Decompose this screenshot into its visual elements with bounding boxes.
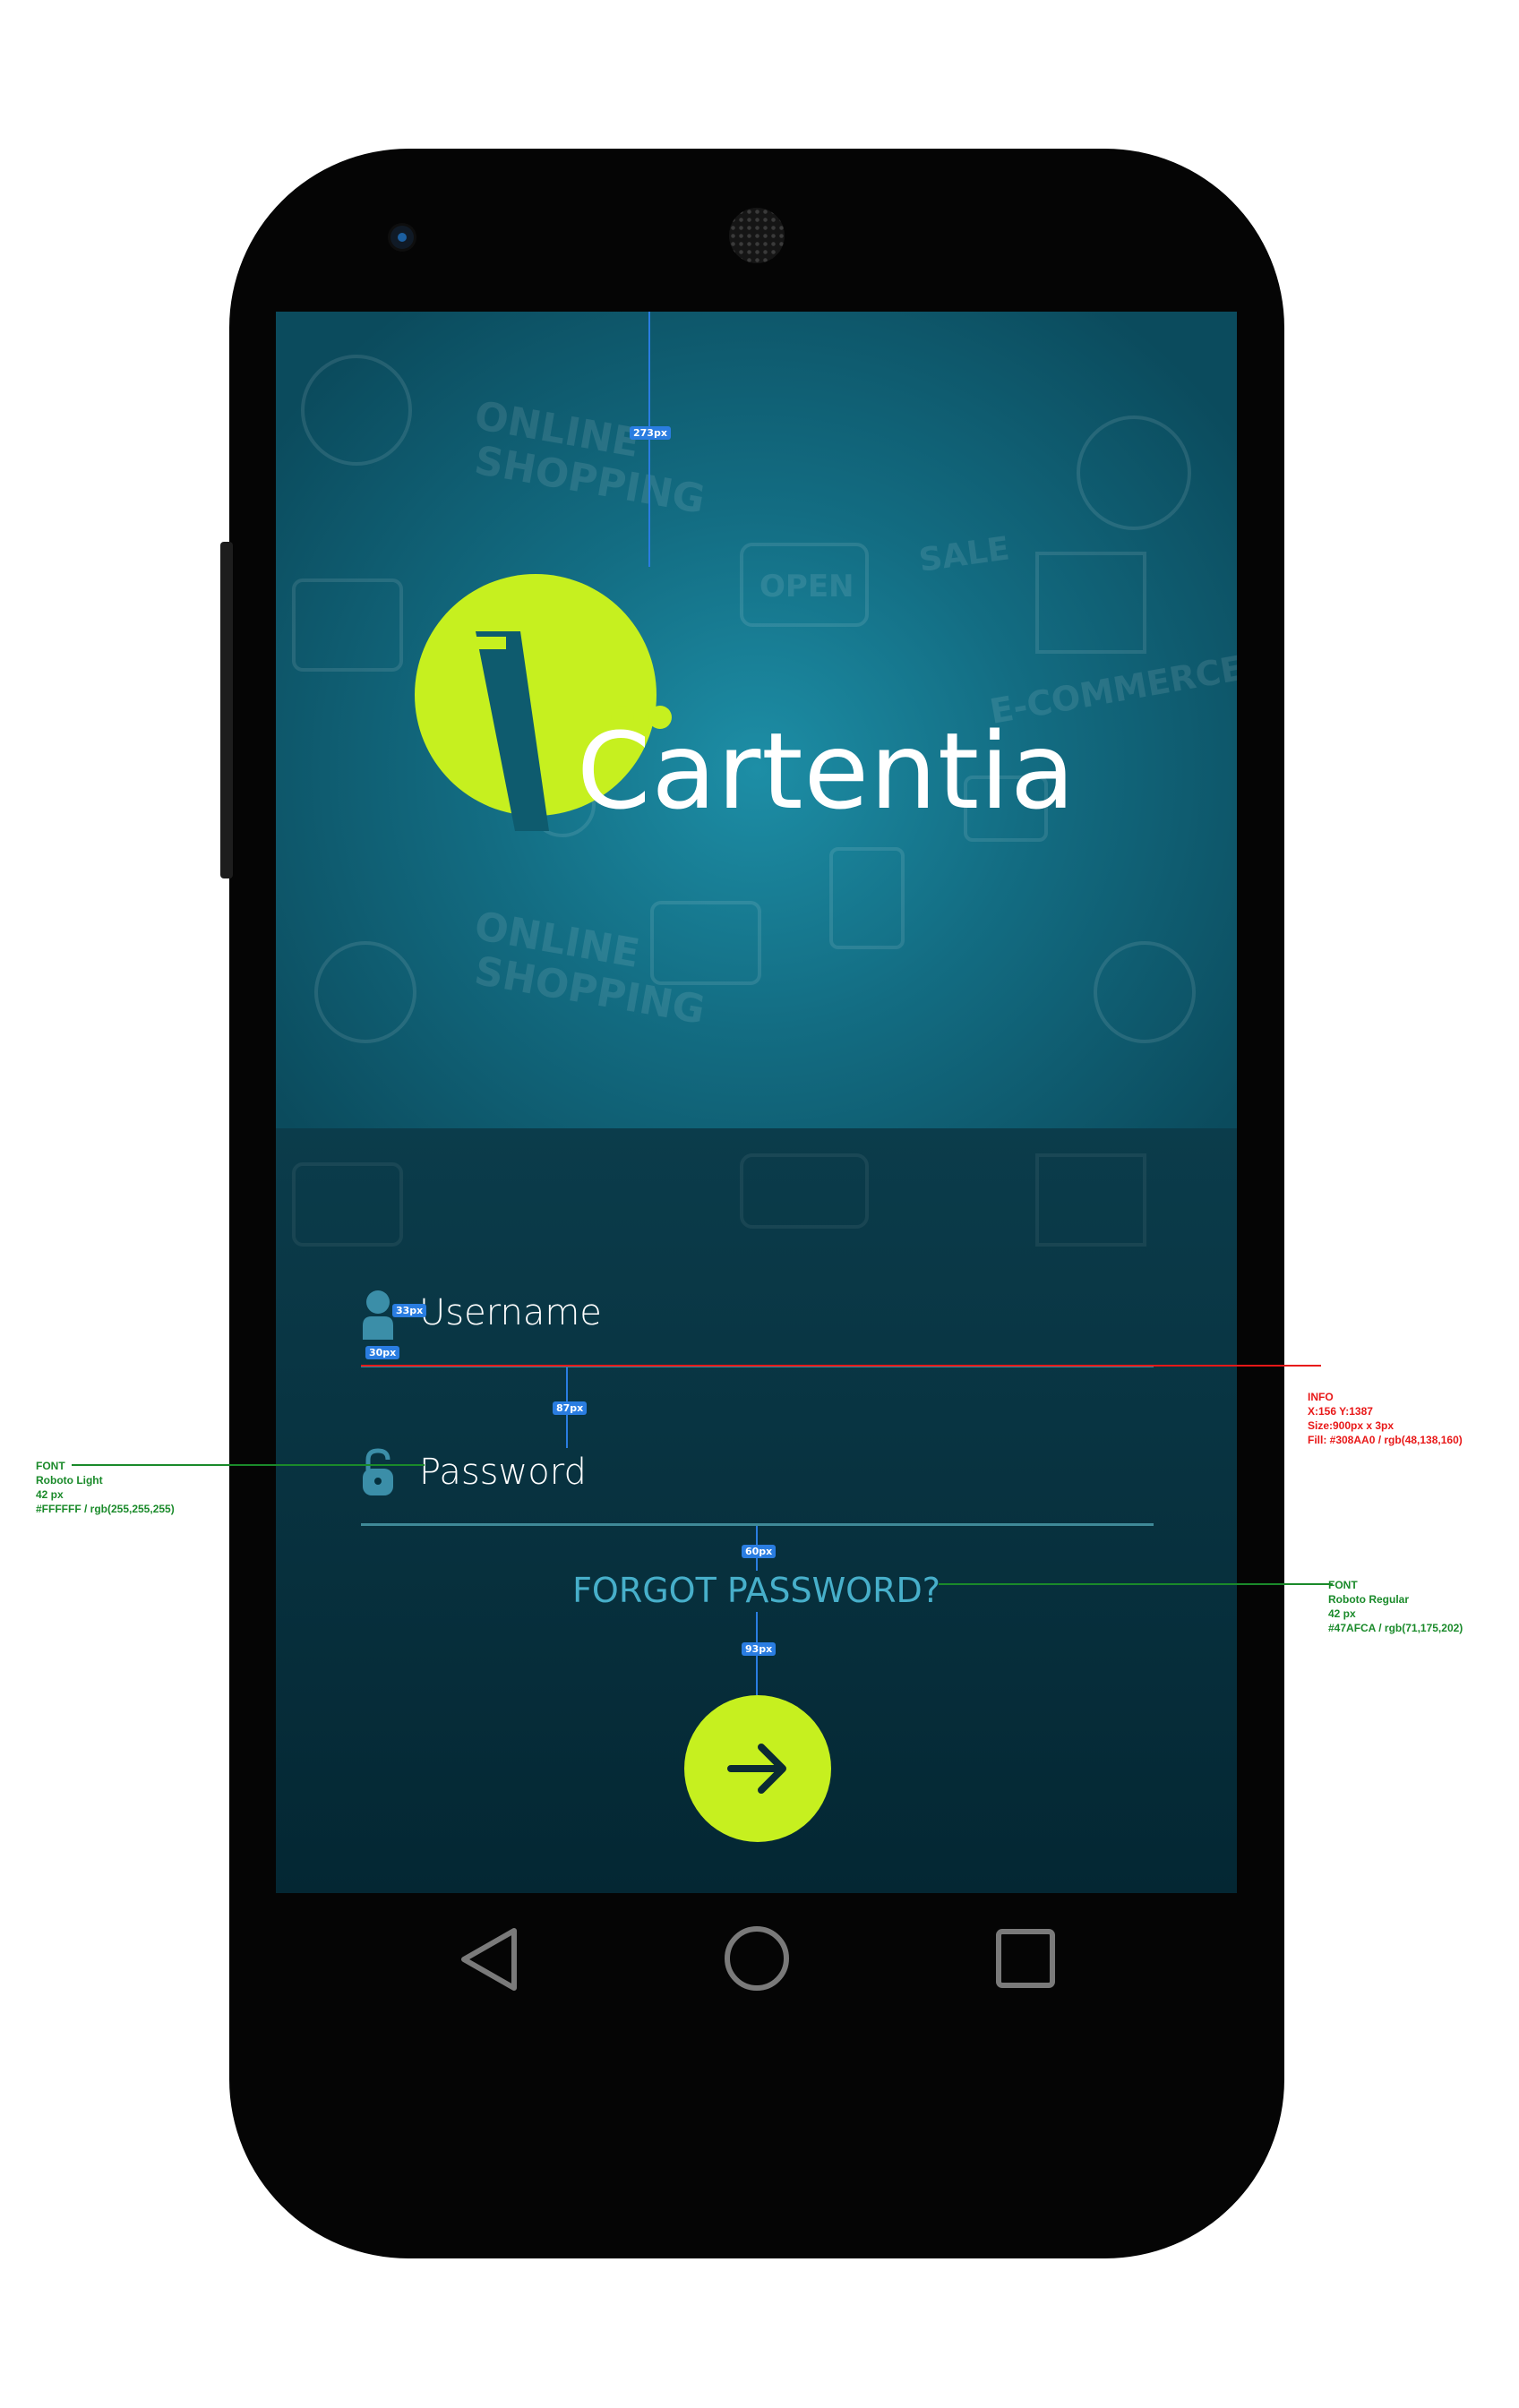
info-note-title: INFO (1308, 1391, 1334, 1403)
font-note-left-title: FONT (36, 1460, 65, 1472)
pattern-word-3: OPEN (760, 569, 854, 604)
login-submit-button[interactable] (684, 1695, 831, 1842)
font-note-right: FONT Roboto Regular 42 px #47AFCA / rgb(… (1328, 1578, 1463, 1635)
info-pointer-line (361, 1365, 1321, 1367)
info-note-position: X:156 Y:1387 (1308, 1405, 1373, 1418)
font-note-left-size: 42 px (36, 1488, 64, 1501)
font-note-right-line (939, 1583, 1333, 1585)
font-note-right-color: #47AFCA / rgb(71,175,202) (1328, 1622, 1463, 1634)
font-note-left: FONT Roboto Light 42 px #FFFFFF / rgb(25… (36, 1459, 175, 1516)
badge-field-spacing: 87px (553, 1401, 588, 1415)
unlock-icon (363, 1448, 393, 1495)
font-note-left-family: Roboto Light (36, 1474, 103, 1487)
back-triangle-icon[interactable] (459, 1925, 521, 1993)
login-screen: ONLINE SHOPPING OPEN SALE E-COMMERCE ONL… (276, 312, 1237, 1893)
badge-button-spacing: 93px (742, 1642, 777, 1656)
badge-top-margin: 273px (630, 426, 671, 440)
info-note-size: Size:900px x 3px (1308, 1419, 1395, 1432)
side-volume-button (220, 542, 233, 878)
arrow-right-icon (727, 1744, 786, 1794)
badge-icon-gap: 30px (365, 1346, 400, 1359)
earpiece-speaker (729, 208, 785, 263)
font-note-right-family: Roboto Regular (1328, 1593, 1409, 1606)
info-note-fill: Fill: #308AA0 / rgb(48,138,160) (1308, 1434, 1463, 1446)
badge-icon-size: 33px (392, 1304, 427, 1317)
font-note-left-color: #FFFFFF / rgb(255,255,255) (36, 1503, 175, 1515)
forgot-password-link[interactable]: FORGOT PASSWORD? (276, 1571, 1237, 1610)
font-note-right-title: FONT (1328, 1579, 1358, 1591)
pattern-word-4: SALE (917, 530, 1012, 579)
username-field[interactable]: Username (419, 1292, 602, 1333)
badge-forgot-spacing: 60px (742, 1545, 777, 1558)
front-camera (390, 226, 414, 249)
info-note: INFO X:156 Y:1387 Size:900px x 3px Fill:… (1308, 1390, 1463, 1447)
logo-wordmark: Cartentia (577, 709, 1077, 833)
home-circle-icon[interactable] (722, 1924, 792, 1993)
password-field[interactable]: Password (419, 1452, 587, 1493)
font-note-right-size: 42 px (1328, 1607, 1356, 1620)
user-icon (363, 1290, 393, 1340)
form-doodle-pattern (292, 1153, 1146, 1247)
recents-square-icon[interactable] (994, 1927, 1057, 1990)
